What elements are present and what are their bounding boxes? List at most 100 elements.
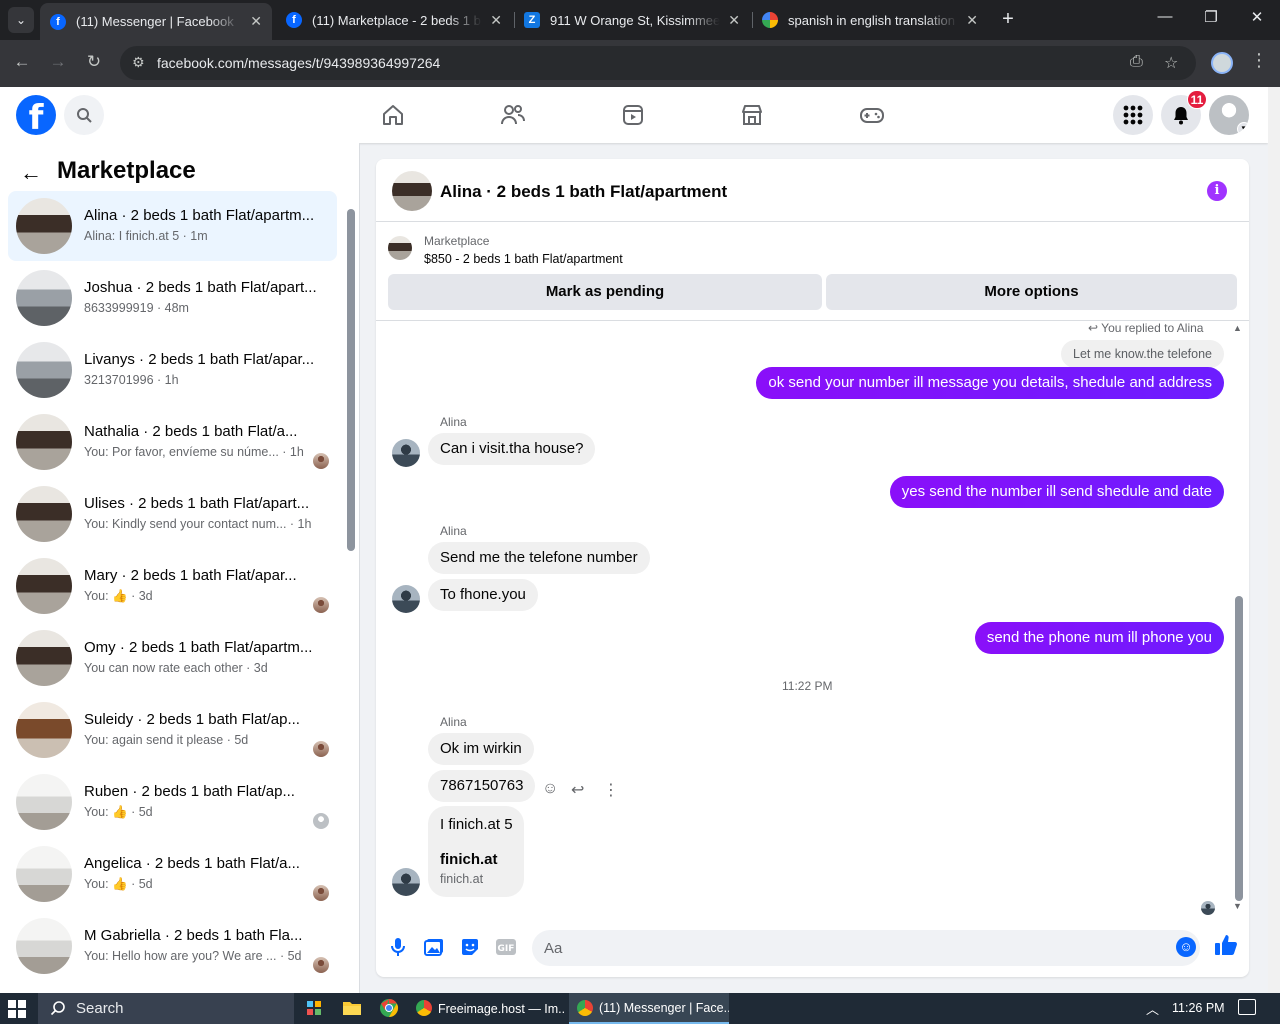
windows-start-icon[interactable] (8, 1000, 26, 1018)
tab-title: (11) Messenger | Facebook (76, 14, 234, 29)
close-tab-icon[interactable]: ✕ (728, 12, 740, 29)
conversation-item[interactable]: Ulises · 2 beds 1 bath Flat/apart... You:… (8, 479, 337, 549)
taskbar-app-messenger[interactable]: (11) Messenger | Face... (569, 993, 729, 1024)
taskbar-search[interactable]: Search (38, 993, 294, 1024)
scroll-up-icon[interactable]: ▲ (1233, 323, 1242, 333)
close-window-icon[interactable]: ✕ (1242, 8, 1272, 26)
home-nav-button[interactable] (379, 101, 407, 129)
svg-text:GIF: GIF (498, 944, 515, 954)
send-like-button[interactable] (1214, 933, 1238, 960)
sender-name: Alina (440, 415, 467, 429)
page-scrollbar[interactable] (1268, 87, 1280, 993)
message-bubble-outgoing[interactable]: ok send your number ill message you deta… (756, 367, 1224, 399)
chrome-icon[interactable] (378, 997, 400, 1019)
message-input[interactable] (544, 930, 1144, 966)
more-actions-icon[interactable]: ⋮ (603, 780, 619, 800)
sender-avatar[interactable] (392, 439, 420, 467)
conversation-item[interactable]: Mary · 2 beds 1 bath Flat/apar... You: 👍 … (8, 551, 337, 621)
conversation-item[interactable]: Ruben · 2 beds 1 bath Flat/ap... You: 👍 ·… (8, 767, 337, 837)
message-bubble-incoming[interactable]: To fhone.you (428, 579, 538, 611)
sender-name: Alina (440, 524, 467, 538)
close-tab-icon[interactable]: ✕ (966, 12, 978, 29)
notification-center-icon[interactable] (1238, 999, 1256, 1015)
gif-button[interactable]: GIF (494, 935, 518, 959)
message-bubble-outgoing[interactable]: send the phone num ill phone you (974, 622, 1224, 654)
sidebar-scrollbar[interactable] (347, 209, 355, 551)
info-icon[interactable]: i (1207, 181, 1227, 201)
marketplace-nav-button[interactable] (738, 101, 766, 129)
install-app-icon[interactable]: ⎙ (1130, 53, 1143, 71)
thumbs-up-icon (1215, 935, 1237, 955)
message-bubble-outgoing[interactable]: yes send the number ill send shedule and… (889, 476, 1224, 508)
chat-title[interactable]: Alina · 2 beds 1 bath Flat/apartment (440, 182, 727, 202)
conversation-item[interactable]: Livanys · 2 beds 1 bath Flat/apar... 3213… (8, 335, 337, 405)
menu-button[interactable] (1113, 95, 1153, 135)
chevron-up-icon[interactable]: ︿ (1146, 999, 1159, 1018)
scroll-down-icon[interactable]: ▼ (1233, 901, 1242, 911)
message-bubble-incoming[interactable]: Send me the telefone number (428, 542, 650, 574)
link-preview-bubble[interactable]: I finich.at 5 finich.at finich.at (428, 806, 524, 897)
conversation-name: M Gabriella · 2 beds 1 bath Fla... (84, 927, 303, 944)
back-arrow-icon[interactable]: ← (10, 52, 34, 72)
close-tab-icon[interactable]: ✕ (250, 13, 262, 30)
quoted-message[interactable]: Let me know.the telefone (1061, 340, 1224, 368)
tab-messenger[interactable]: f (11) Messenger | Facebook ✕ (40, 3, 272, 40)
emoji-icon[interactable]: ☺ (1176, 937, 1196, 957)
back-arrow-icon[interactable]: ← (20, 160, 42, 186)
gaming-nav-button[interactable] (858, 101, 886, 129)
reply-icon[interactable]: ↩ (571, 780, 584, 800)
video-nav-button[interactable] (619, 101, 647, 129)
minimize-icon[interactable]: — (1150, 8, 1180, 25)
reload-icon[interactable]: ↻ (82, 52, 106, 72)
search-button[interactable] (64, 95, 104, 135)
task-view-icon[interactable] (303, 997, 325, 1019)
sender-avatar[interactable] (392, 868, 420, 896)
chrome-profile-avatar[interactable] (1211, 52, 1233, 74)
new-tab-button[interactable]: + (996, 8, 1020, 31)
restore-icon[interactable]: ❐ (1196, 8, 1226, 26)
conversation-item[interactable]: Alina · 2 beds 1 bath Flat/apartm... Alin… (8, 191, 337, 261)
bookmark-star-icon[interactable]: ☆ (1164, 53, 1178, 73)
link-title[interactable]: finich.at (440, 851, 498, 868)
conversation-item[interactable]: Joshua · 2 beds 1 bath Flat/apart... 8633… (8, 263, 337, 333)
tab-search-button[interactable]: ⌄ (8, 7, 34, 33)
listing-photo[interactable] (392, 171, 432, 211)
file-explorer-icon[interactable] (341, 997, 363, 1019)
friends-nav-button[interactable] (499, 101, 527, 129)
chrome-menu-icon[interactable]: ⋮ (1250, 50, 1268, 71)
close-tab-icon[interactable]: ✕ (490, 12, 502, 29)
conversation-item[interactable]: Suleidy · 2 beds 1 bath Flat/ap... You: a… (8, 695, 337, 765)
url-text[interactable]: facebook.com/messages/t/943989364997264 (157, 55, 440, 71)
conversation-snippet: Alina: I finich.at 5 · 1m (84, 229, 208, 243)
message-bubble-incoming[interactable]: 7867150763 (428, 770, 536, 802)
listing-thumbnail[interactable] (388, 236, 412, 260)
conversation-item[interactable]: Omy · 2 beds 1 bath Flat/apartm... You ca… (8, 623, 337, 693)
conversation-item[interactable]: Angelica · 2 beds 1 bath Flat/a... You: 👍… (8, 839, 337, 909)
notification-badge: 11 (1187, 90, 1207, 109)
message-bubble-incoming[interactable]: Can i visit.tha house? (428, 433, 596, 465)
site-info-icon[interactable]: ⚙ (132, 54, 145, 71)
forward-arrow-icon[interactable]: → (46, 52, 70, 72)
conversation-item[interactable]: M Gabriella · 2 beds 1 bath Fla... You: H… (8, 911, 337, 981)
tab-zillow[interactable]: Z 911 W Orange St, Kissimmee, FL ✕ (514, 4, 750, 36)
conversation-item[interactable]: Nathalia · 2 beds 1 bath Flat/a... You: P… (8, 407, 337, 477)
listing-price[interactable]: $850 - 2 beds 1 bath Flat/apartment (424, 252, 623, 266)
taskbar-clock[interactable]: 11:26 PM (1172, 1001, 1225, 1015)
tab-marketplace[interactable]: f (11) Marketplace - 2 beds 1 bath ✕ (276, 4, 512, 36)
mark-pending-button[interactable]: Mark as pending (388, 274, 822, 310)
react-emoji-icon[interactable]: ☺ (542, 780, 558, 798)
address-bar[interactable]: ⚙ facebook.com/messages/t/94398936499726… (120, 46, 1196, 80)
message-bubble-incoming[interactable]: Ok im wirkin (428, 733, 534, 765)
image-icon (424, 939, 443, 956)
account-avatar[interactable]: ▼ (1209, 95, 1249, 135)
voice-clip-button[interactable] (386, 935, 410, 959)
more-options-button[interactable]: More options (826, 274, 1237, 310)
sender-avatar[interactable] (392, 585, 420, 613)
conversation-name: Ruben · 2 beds 1 bath Flat/ap... (84, 783, 295, 800)
sticker-button[interactable] (458, 935, 482, 959)
attach-photo-button[interactable] (422, 935, 446, 959)
taskbar-app-freeimage[interactable]: Freeimage.host — Im... (408, 993, 566, 1024)
tab-google-translate[interactable]: spanish in english translation - G ✕ (752, 4, 988, 36)
facebook-logo-icon[interactable]: f (16, 95, 56, 135)
chat-scrollbar[interactable] (1235, 596, 1243, 901)
